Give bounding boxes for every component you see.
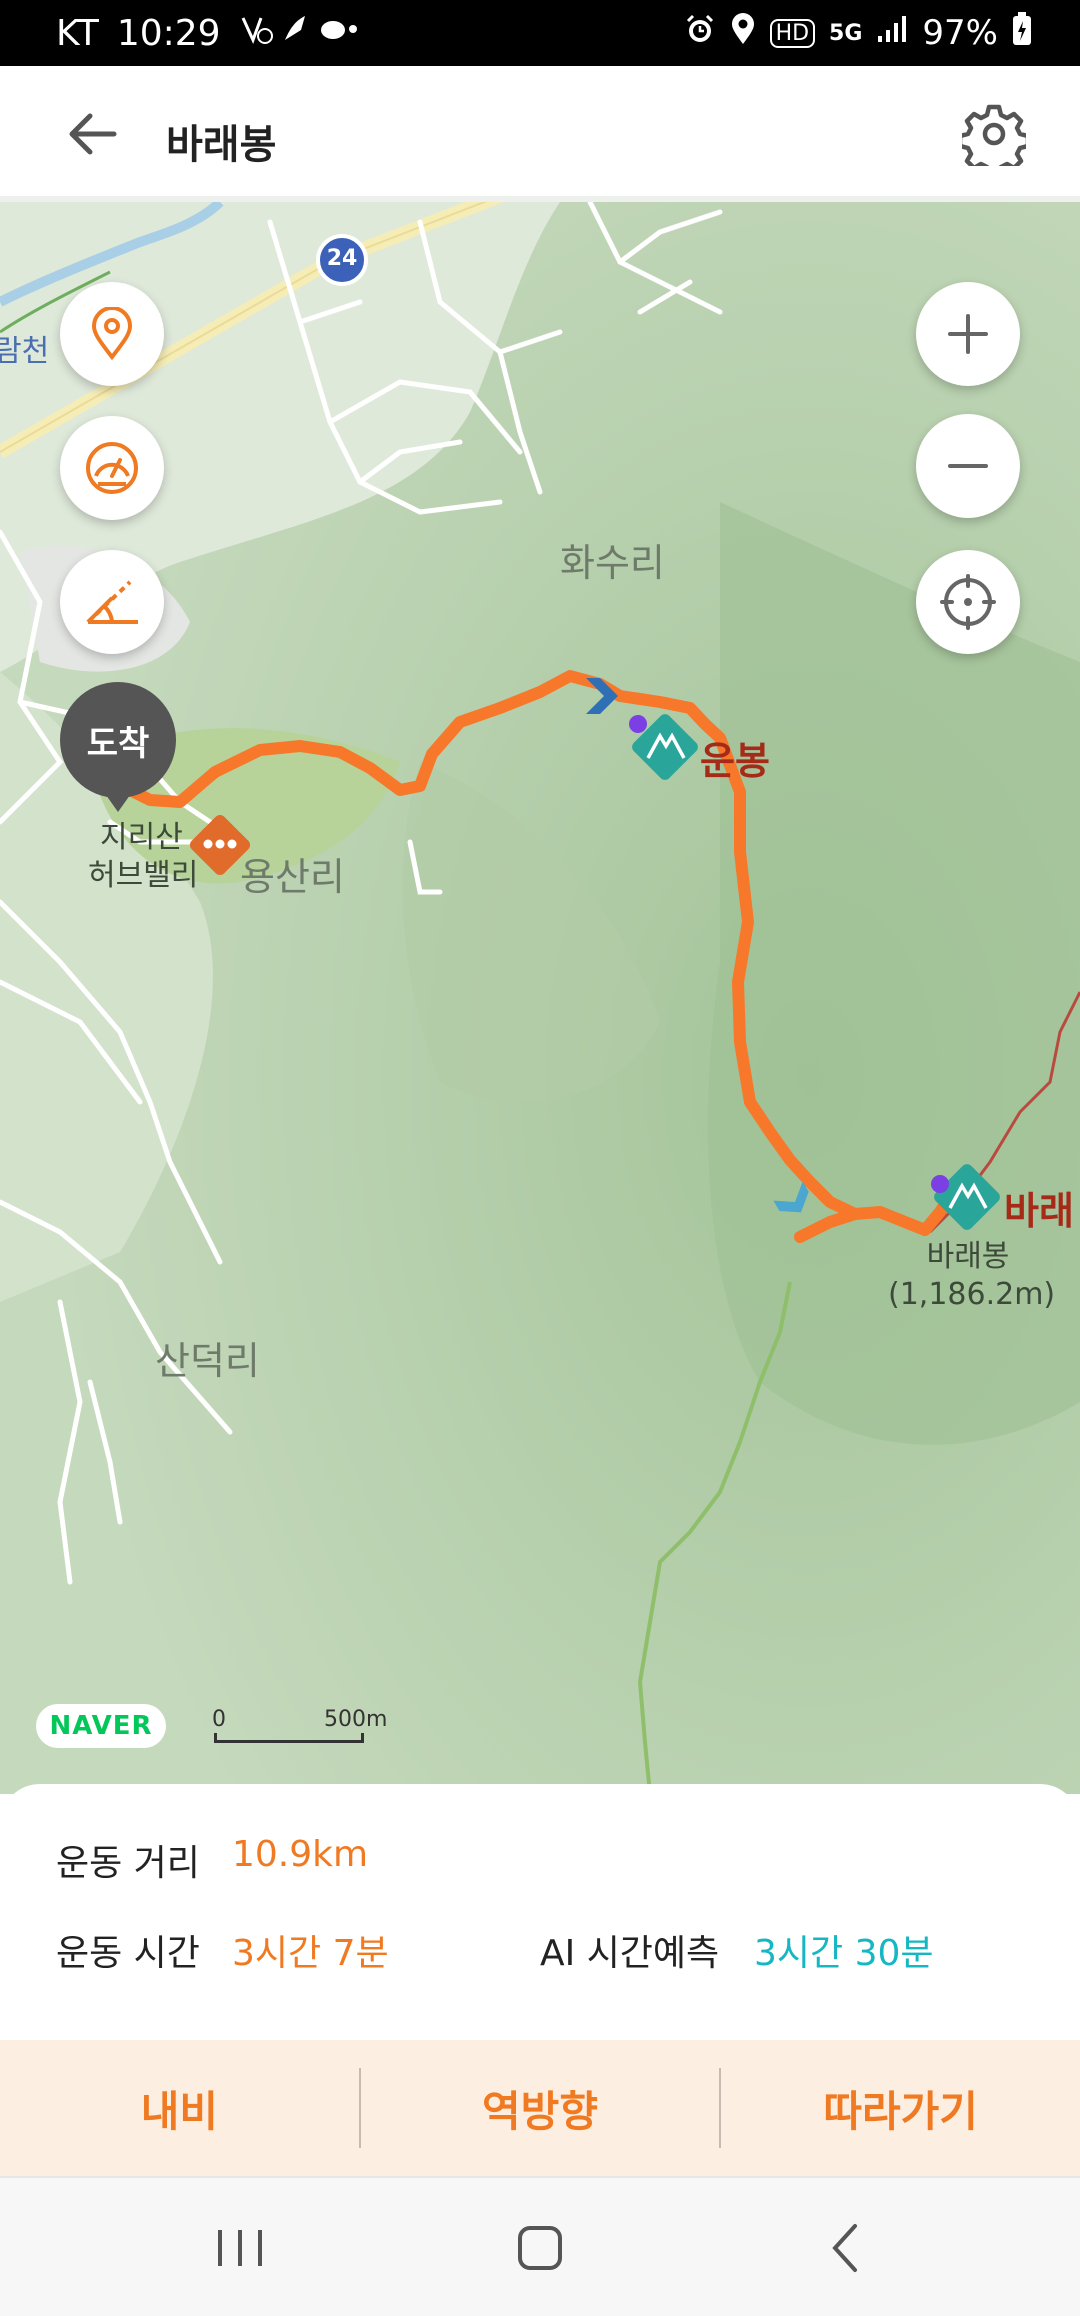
home-icon [518,2226,562,2270]
settings-button[interactable] [957,102,1031,178]
action-bar: 내비 역방향 따라가기 [0,2040,1080,2176]
naver-logo: NAVER [36,1704,166,1748]
peak-sub-name: 바래봉 [926,1239,1010,1274]
hd-badge: HD [769,18,816,48]
scale-zero: 0 [212,1707,226,1732]
distance-value: 10.9km [232,1834,369,1875]
slope-angle-icon [86,580,138,624]
back-arrow-icon [69,113,117,155]
signal-icon [876,13,908,53]
location-pin-icon [91,307,133,361]
time-value: 3시간 7분 [232,1933,389,1974]
arrival-marker-pointer [94,778,142,812]
system-nav-bar [0,2176,1080,2316]
place-label-stream: 람천 [0,334,50,369]
recent-apps-icon [218,2230,262,2266]
map-canvas [0,202,1080,1794]
map-scale: 0 500m [212,1707,387,1747]
map-view[interactable]: 24 화수리 용산리 산덕리 람천 지리산 허브밸리 운봉 바래 바래봉 (1,… [0,202,1080,1794]
current-location-button[interactable] [916,550,1020,654]
notification-icons [239,12,359,54]
clock: 10:29 [116,12,221,54]
page-title: 바래봉 [166,122,277,168]
ai-time-value: 3시간 30분 [754,1933,934,1974]
scale-distance: 500m [324,1707,388,1732]
zoom-out-button[interactable] [916,414,1020,518]
battery-icon [1012,11,1032,55]
ai-time-label: AI 시간예측 [540,1933,720,1974]
plus-icon [948,314,988,354]
place-label-hwasu: 화수리 [560,541,665,585]
place-label-yongsan: 용산리 [240,855,345,899]
app-bar: 바래봉 [0,66,1080,202]
home-button[interactable] [500,2216,580,2280]
minus-icon [948,464,988,468]
time-label: 운동 시간 [56,1933,200,1974]
status-bar: KT 10:29 HD 5G 97% [0,0,1080,66]
speedometer-button[interactable] [60,416,164,520]
follow-button[interactable]: 따라가기 [721,2040,1080,2176]
scale-bar [214,1733,364,1743]
road-number-badge: 24 [326,246,358,271]
place-label-herb-bottom: 허브밸리 [88,858,199,893]
reverse-button[interactable]: 역방향 [361,2040,720,2176]
gear-icon [957,104,1031,178]
chevron-left-icon [832,2224,857,2272]
speedometer-icon [86,442,138,494]
place-label-sandeok: 산덕리 [155,1339,260,1383]
location-pin-button[interactable] [60,282,164,386]
navi-button[interactable]: 내비 [0,2040,359,2176]
carrier-label: KT [56,12,99,54]
crosshair-icon [940,574,996,630]
recent-apps-button[interactable] [200,2216,280,2280]
zoom-in-button[interactable] [916,282,1020,386]
network-type: 5G [829,20,863,46]
peak-sub-label-baraebong: 바래봉 (1,186.2m) [888,1238,1056,1314]
route-summary-panel: 운동 거리 10.9km 운동 시간 3시간 7분 AI 시간예측 3시간 30… [0,1784,1080,2044]
alarm-icon [684,13,716,54]
distance-label: 운동 거리 [56,1843,200,1884]
battery-percent: 97% [922,13,998,53]
location-icon [730,12,756,54]
back-button[interactable] [60,108,132,160]
peak-label-baraebong: 바래 [1004,1189,1074,1233]
system-back-button[interactable] [805,2216,885,2280]
slope-button[interactable] [60,550,164,654]
peak-elevation: (1,186.2m) [888,1277,1056,1312]
peak-label-unbong: 운봉 [700,739,770,783]
